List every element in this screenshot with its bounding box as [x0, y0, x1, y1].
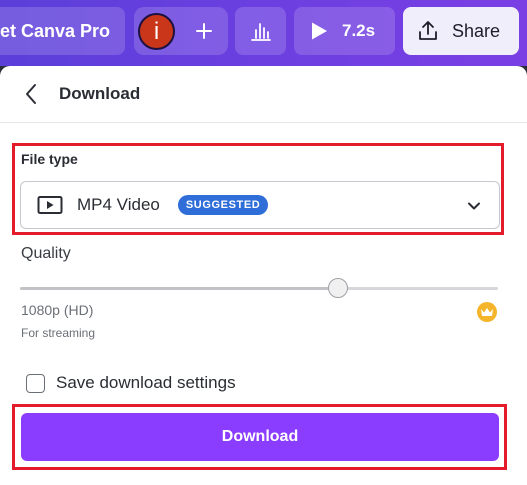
editor-toolbar: et Canva Pro i 7.2s Share [0, 0, 527, 66]
upload-icon [416, 19, 440, 43]
share-button[interactable]: Share [403, 7, 519, 55]
back-button[interactable] [20, 83, 42, 105]
plus-icon [194, 21, 214, 41]
download-button-label: Download [221, 428, 299, 445]
file-type-value: MP4 Video [77, 195, 160, 214]
quality-description: For streaming [21, 326, 96, 340]
save-settings-row[interactable]: Save download settings [26, 373, 236, 393]
quality-slider-thumb[interactable] [328, 278, 348, 298]
download-button[interactable]: Download [21, 413, 499, 461]
file-type-label: File type [21, 151, 78, 167]
bar-chart-icon [250, 20, 272, 42]
quality-resolution: 1080p (HD) [21, 302, 94, 318]
header-divider [0, 122, 527, 123]
insights-button[interactable] [235, 7, 286, 55]
play-duration: 7.2s [342, 21, 376, 40]
avatar[interactable]: i [138, 13, 175, 50]
quality-slider-track[interactable] [20, 287, 498, 290]
play-icon [310, 21, 328, 41]
quality-slider-fill [20, 287, 341, 290]
chevron-down-icon [466, 198, 482, 214]
page-title: Download [59, 83, 141, 103]
present-play-button[interactable]: 7.2s [294, 7, 395, 55]
get-canva-pro-label: et Canva Pro [0, 20, 111, 41]
collaborators-group: i [134, 7, 228, 55]
add-collaborator-button[interactable] [186, 13, 222, 49]
save-settings-label: Save download settings [56, 373, 236, 392]
panel-header: Download [0, 66, 527, 121]
share-label: Share [452, 20, 501, 41]
save-settings-checkbox[interactable] [26, 373, 45, 393]
suggested-badge: SUGGESTED [177, 195, 269, 215]
download-panel: Download File type MP4 Video SUGGESTED Q… [0, 66, 527, 485]
video-icon [37, 195, 63, 215]
file-type-select[interactable]: MP4 Video SUGGESTED [20, 181, 500, 229]
crown-icon [477, 302, 497, 322]
get-canva-pro-button[interactable]: et Canva Pro [0, 7, 125, 55]
quality-label: Quality [21, 245, 71, 262]
back-arrow-icon [24, 83, 38, 105]
avatar-initial: i [153, 17, 160, 45]
